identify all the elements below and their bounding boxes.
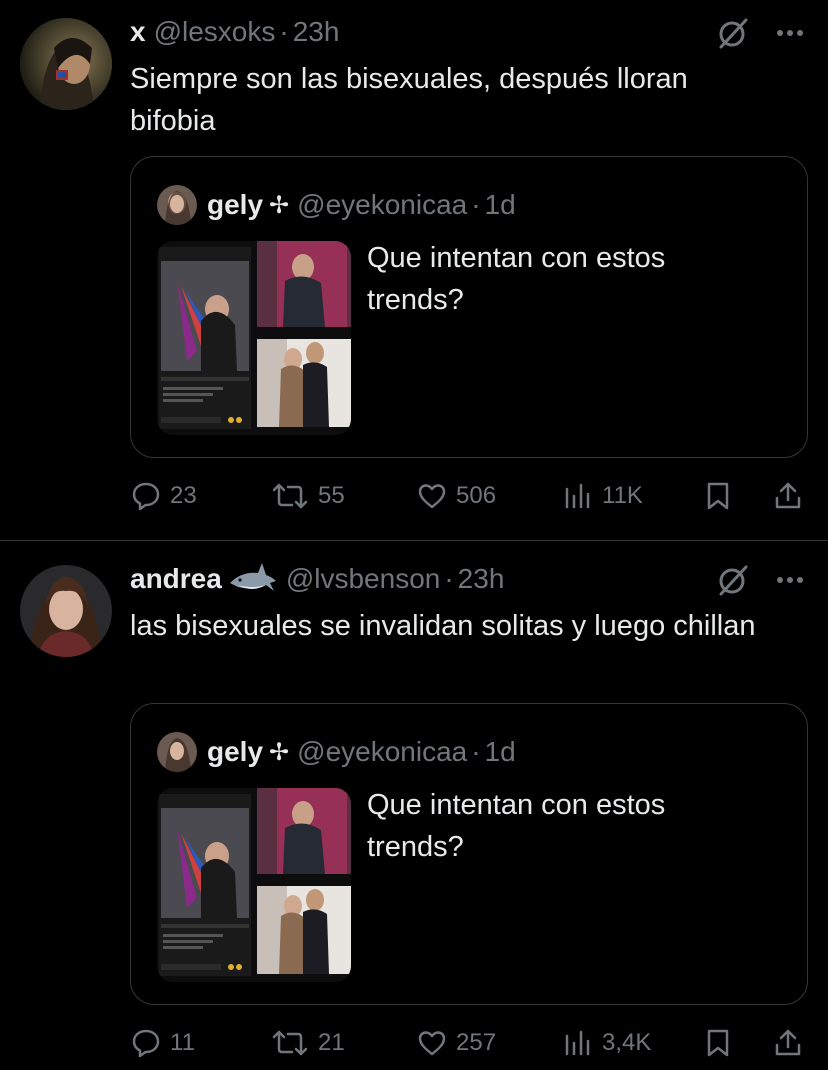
timestamp[interactable]: 23h xyxy=(458,563,505,595)
action-bar: 11 21 257 3,4K xyxy=(130,1023,810,1063)
like-button[interactable]: 506 xyxy=(416,476,496,516)
quoted-handle[interactable]: @eyekonicaa xyxy=(297,736,467,768)
bookmark-icon xyxy=(707,482,729,510)
separator-dot: · xyxy=(444,563,454,594)
separator-dot: · xyxy=(471,736,481,767)
shark-emoji-icon xyxy=(228,561,278,597)
reply-icon xyxy=(132,482,160,511)
avatar[interactable] xyxy=(20,565,112,657)
quoted-avatar[interactable] xyxy=(157,732,197,772)
bookmark-icon xyxy=(707,1029,729,1057)
reply-count: 11 xyxy=(170,1029,195,1056)
reply-count: 23 xyxy=(170,482,197,509)
separator-dot: · xyxy=(471,189,481,220)
display-name[interactable]: x xyxy=(130,16,146,48)
quoted-media-thumbnail[interactable] xyxy=(157,788,351,982)
quoted-timestamp[interactable]: 1d xyxy=(485,189,516,221)
repost-count: 55 xyxy=(318,482,345,509)
share-button[interactable] xyxy=(772,1023,804,1063)
cross-emoji: ✢ xyxy=(269,191,290,219)
user-handle[interactable]: @lvsbenson xyxy=(286,563,441,595)
views-count: 11K xyxy=(602,482,643,509)
share-icon xyxy=(775,1029,801,1056)
quoted-media-thumbnail[interactable] xyxy=(157,241,351,435)
tweet-header: andrea @lvsbenson · 23h xyxy=(130,561,504,597)
repost-icon xyxy=(272,1030,308,1056)
reply-button[interactable]: 23 xyxy=(130,476,197,516)
reply-button[interactable]: 11 xyxy=(130,1023,195,1063)
quoted-header: gely ✢ @eyekonicaa · 1d xyxy=(207,185,516,225)
repost-count: 21 xyxy=(318,1029,345,1056)
timestamp[interactable]: 23h xyxy=(293,16,340,48)
quoted-text: Que intentan con estos trends? xyxy=(367,789,666,863)
more-options-icon[interactable] xyxy=(772,563,808,597)
quoted-handle[interactable]: @eyekonicaa xyxy=(297,189,467,221)
grok-icon[interactable] xyxy=(716,16,750,50)
action-bar: 23 55 506 11K xyxy=(130,476,810,516)
bookmark-button[interactable] xyxy=(702,1023,734,1063)
views-button[interactable]: 3,4K xyxy=(562,1023,651,1063)
tweet-header: x @lesxoks · 23h xyxy=(130,14,339,50)
heart-icon xyxy=(418,484,446,509)
more-options-icon[interactable] xyxy=(772,16,808,50)
quoted-display-name[interactable]: gely xyxy=(207,736,263,768)
repost-button[interactable]: 55 xyxy=(270,476,345,516)
avatar[interactable] xyxy=(20,18,112,110)
quoted-timestamp[interactable]: 1d xyxy=(485,736,516,768)
heart-icon xyxy=(418,1031,446,1056)
views-icon xyxy=(565,483,590,509)
repost-button[interactable]: 21 xyxy=(270,1023,345,1063)
like-button[interactable]: 257 xyxy=(416,1023,496,1063)
quoted-tweet[interactable]: gely ✢ @eyekonicaa · 1d Que intentan con… xyxy=(130,703,808,1005)
like-count: 506 xyxy=(456,482,497,509)
views-button[interactable]: 11K xyxy=(562,476,643,516)
tweet-divider xyxy=(0,540,828,541)
views-count: 3,4K xyxy=(602,1029,652,1056)
user-handle[interactable]: @lesxoks xyxy=(154,16,276,48)
repost-icon xyxy=(272,483,308,509)
share-icon xyxy=(775,482,801,509)
tweet[interactable]: andrea @lvsbenson · 23h las bisexuales s… xyxy=(0,547,828,1070)
separator-dot: · xyxy=(279,16,289,47)
reply-icon xyxy=(132,1029,160,1058)
quoted-header: gely ✢ @eyekonicaa · 1d xyxy=(207,732,516,772)
share-button[interactable] xyxy=(772,476,804,516)
display-name[interactable]: andrea xyxy=(130,563,222,595)
grok-icon[interactable] xyxy=(716,563,750,597)
bookmark-button[interactable] xyxy=(702,476,734,516)
quoted-text: Que intentan con estos trends? xyxy=(367,242,666,316)
views-icon xyxy=(565,1030,590,1056)
tweet-text: las bisexuales se invalidan solitas y lu… xyxy=(130,610,756,642)
cross-emoji: ✢ xyxy=(269,738,290,766)
quoted-tweet[interactable]: gely ✢ @eyekonicaa · 1d Que intentan con… xyxy=(130,156,808,458)
quoted-display-name[interactable]: gely xyxy=(207,189,263,221)
like-count: 257 xyxy=(456,1029,497,1056)
tweet-text: Siempre son las bisexuales, después llor… xyxy=(130,63,688,137)
quoted-avatar[interactable] xyxy=(157,185,197,225)
tweet[interactable]: x @lesxoks · 23h Siempre son las bisexua… xyxy=(0,0,828,540)
